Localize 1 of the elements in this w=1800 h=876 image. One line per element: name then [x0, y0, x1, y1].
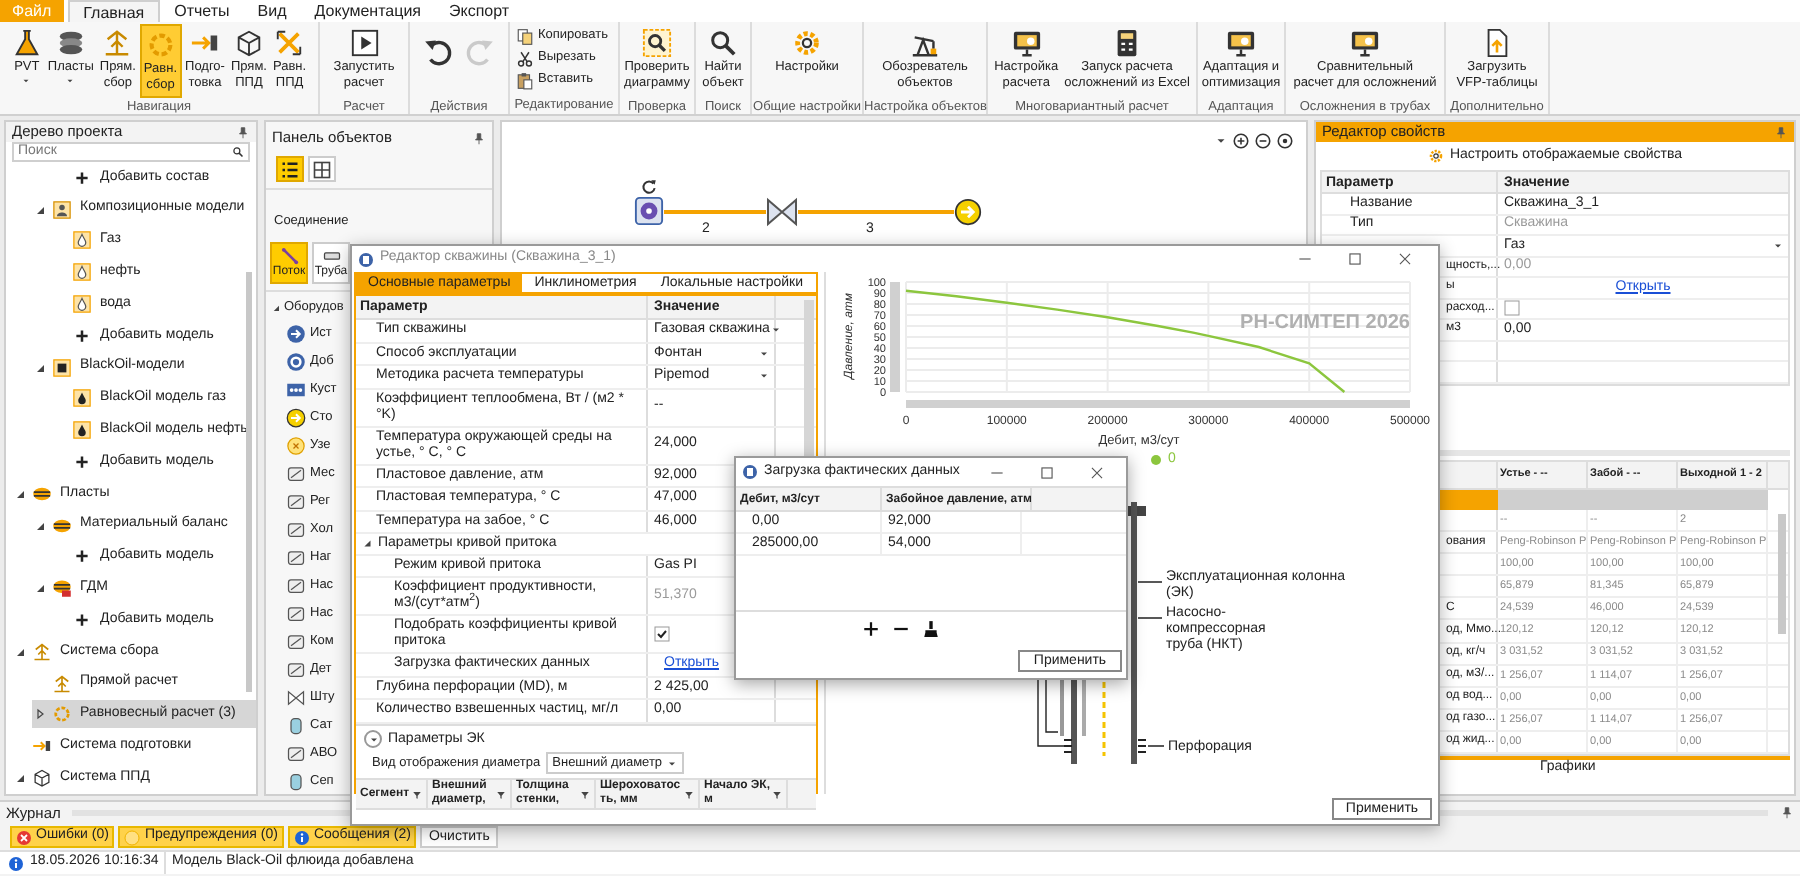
chart-watermark: РН-СИМТЕП 2026: [1240, 312, 1410, 334]
